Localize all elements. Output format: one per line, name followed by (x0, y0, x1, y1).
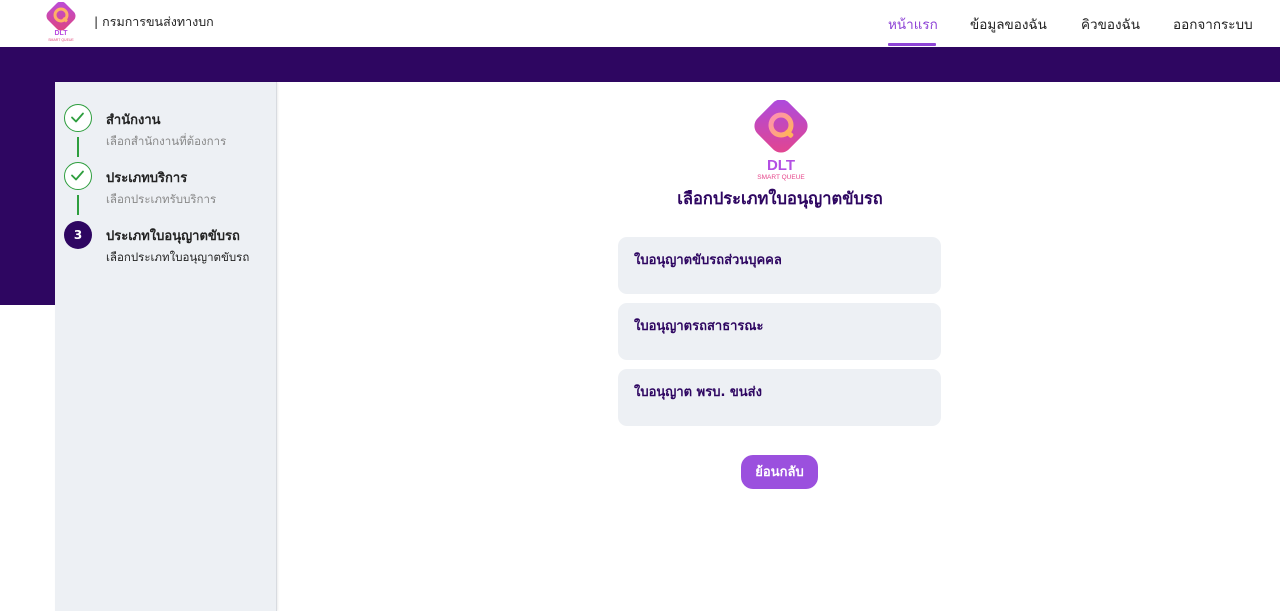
option-public-license[interactable]: ใบอนุญาตรถสาธารณะ (618, 303, 941, 360)
nav-my-queue[interactable]: คิวของฉัน (1081, 13, 1140, 35)
option-private-license[interactable]: ใบอนุญาตขับรถส่วนบุคคล (618, 237, 941, 294)
check-icon (71, 170, 84, 181)
back-button[interactable]: ย้อนกลับ (741, 455, 818, 489)
step-1-indicator (64, 104, 92, 132)
option-label: ใบอนุญาต พรบ. ขนส่ง (634, 385, 762, 400)
dlt-logo-icon[interactable]: DLT SMART QUEUE (44, 2, 78, 42)
top-header: DLT SMART QUEUE | กรมการขนส่งทางบก หน้าแ… (0, 0, 1280, 47)
step-1-subtitle: เลือกสำนักงานที่ต้องการ (106, 134, 227, 148)
check-icon (71, 112, 84, 123)
step-2-title: ประเภทบริการ (106, 171, 188, 186)
logo-subtext: SMART QUEUE (757, 174, 805, 181)
dlt-smart-queue-logo: DLT SMART QUEUE (754, 100, 808, 181)
step-sidebar: สำนักงาน เลือกสำนักงานที่ต้องการ ประเภทบ… (55, 82, 277, 611)
svg-text:DLT: DLT (54, 30, 68, 37)
nav-home[interactable]: หน้าแรก (888, 13, 938, 35)
nav-active-indicator (888, 43, 936, 46)
step-3-subtitle: เลือกประเภทใบอนุญาตขับรถ (106, 250, 250, 264)
step-connector (77, 137, 79, 157)
svg-text:SMART QUEUE: SMART QUEUE (48, 38, 74, 42)
nav-logout[interactable]: ออกจากระบบ (1173, 13, 1253, 35)
page-title: เลือกประเภทใบอนุญาตขับรถ (677, 189, 883, 208)
step-3-title: ประเภทใบอนุญาตขับรถ (106, 229, 240, 244)
organization-name: | กรมการขนส่งทางบก (94, 14, 214, 29)
logo-text: DLT (767, 157, 795, 174)
option-transport-act-license[interactable]: ใบอนุญาต พรบ. ขนส่ง (618, 369, 941, 426)
nav-my-info[interactable]: ข้อมูลของฉัน (970, 13, 1047, 35)
step-1-title: สำนักงาน (106, 113, 161, 128)
option-label: ใบอนุญาตขับรถส่วนบุคคล (634, 253, 782, 268)
option-label: ใบอนุญาตรถสาธารณะ (634, 319, 764, 334)
header-band (0, 47, 1280, 82)
step-3-indicator: 3 (64, 221, 92, 249)
